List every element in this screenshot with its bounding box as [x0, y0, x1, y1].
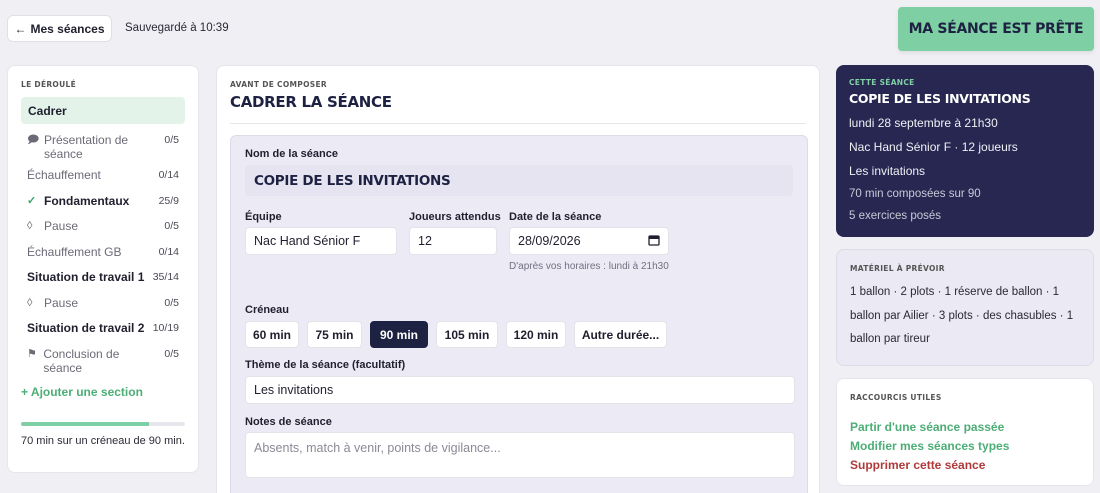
slot-chips: 60 min 75 min 90 min 105 min 120 min Autre du…	[245, 321, 667, 348]
session-form: Nom de la séance COPIE DE LES INVITATION…	[230, 135, 808, 493]
theme-label: Thème de la séance (facultatif)	[245, 359, 406, 371]
summary-composed: 70 min composées sur 90	[849, 188, 981, 200]
calendar-icon[interactable]	[648, 234, 660, 249]
date-label: Date de la séance	[509, 211, 602, 223]
summary-team: Nac Hand Sénior F · 12 joueurs	[849, 140, 1018, 154]
summary-title: COPIE DE LES INVITATIONS	[849, 91, 1031, 106]
date-input[interactable]: 28/09/2026	[509, 227, 669, 255]
slot-chip[interactable]: 120 min	[506, 321, 566, 348]
shortcut-link[interactable]: Modifier mes séances types	[850, 439, 1080, 453]
slot-chip[interactable]: 105 min	[436, 321, 498, 348]
add-section-button[interactable]: + Ajouter une section	[21, 385, 185, 399]
deroule-step[interactable]: Situation de travail 1 35/14	[21, 265, 185, 291]
drop-icon: ◊	[27, 220, 33, 232]
theme-input[interactable]: Les invitations	[245, 376, 795, 404]
back-button[interactable]: ← Mes séances	[7, 15, 112, 42]
slot-chip[interactable]: 60 min	[245, 321, 299, 348]
deroule-step-label: Présentation de séance	[44, 133, 129, 161]
ready-button[interactable]: MA SÉANCE EST PRÊTE	[898, 7, 1094, 51]
save-status: Sauvegardé à 10:39	[125, 22, 229, 34]
shortcuts-card: RACCOURCIS UTILES Partir d'une séance pa…	[836, 378, 1094, 486]
deroule-step-count: 25/9	[158, 194, 179, 207]
deroule-step-count: 0/5	[164, 220, 179, 232]
flag-icon: ⚑	[27, 347, 37, 360]
check-icon: ✓	[27, 194, 37, 207]
materiel-text: 1 ballon · 2 plots · 1 réserve de ballon…	[850, 286, 1074, 345]
slot-label: Créneau	[245, 304, 290, 316]
materiel-label: MATÉRIEL À PRÉVOIR	[850, 264, 945, 273]
session-summary-card: CETTE SÉANCE COPIE DE LES INVITATIONS lu…	[836, 65, 1094, 237]
deroule-step-count: 0/5	[164, 134, 179, 146]
slot-chip[interactable]: 75 min	[307, 321, 362, 348]
date-hint: D'après vos horaires : lundi à 21h30	[509, 261, 669, 272]
shortcuts-label: RACCOURCIS UTILES	[850, 393, 942, 402]
summary-date: lundi 28 septembre à 21h30	[849, 116, 998, 130]
deroule-step[interactable]: Situation de travail 2 10/19	[21, 316, 185, 342]
notes-label: Notes de séance	[245, 416, 332, 428]
deroule-label: LE DÉROULÉ	[21, 80, 77, 89]
cadrer-panel: AVANT DE COMPOSER CADRER LA SÉANCE Nom d…	[216, 65, 820, 493]
duration-progress-bar	[21, 421, 185, 426]
deroule-step-label: Situation de travail 1	[27, 270, 145, 284]
team-label: Équipe	[245, 211, 282, 223]
deroule-step-label: Échauffement GB	[27, 244, 122, 259]
deroule-step[interactable]: 🗩 Présentation de séance 0/5	[21, 128, 185, 163]
summary-label: CETTE SÉANCE	[849, 78, 915, 87]
back-button-label: Mes séances	[30, 21, 105, 36]
notes-textarea[interactable]: Absents, match à venir, points de vigila…	[245, 432, 795, 478]
players-label: Joueurs attendus	[409, 211, 501, 223]
session-name-input[interactable]: COPIE DE LES INVITATIONS	[245, 165, 793, 196]
deroule-step-label: Échauffement	[27, 168, 101, 182]
deroule-step-count: 0/5	[164, 296, 179, 309]
shortcut-link[interactable]: Supprimer cette séance	[850, 458, 1080, 472]
players-input[interactable]: 12	[409, 227, 497, 255]
deroule-step-label: Fondamentaux	[44, 193, 130, 208]
name-label: Nom de la séance	[245, 148, 338, 160]
deroule-step-label: Pause	[44, 295, 79, 310]
deroule-step[interactable]: Échauffement GB 0/14	[21, 240, 185, 266]
team-input[interactable]: Nac Hand Sénior F	[245, 227, 397, 255]
page-title: CADRER LA SÉANCE	[230, 93, 392, 111]
drop-icon: ◊	[27, 296, 33, 309]
deroule-step-label: Conclusion de séance	[43, 346, 120, 375]
deroule-step-count: 0/14	[158, 245, 179, 258]
shortcuts-links: Partir d'une séance passée Modifier mes s…	[850, 420, 1080, 472]
deroule-step[interactable]: Échauffement 0/14	[21, 163, 185, 189]
duration-progress-fill	[21, 421, 149, 426]
arrow-left-icon: ←	[14, 21, 27, 36]
section-eyebrow: AVANT DE COMPOSER	[230, 80, 327, 89]
deroule-step-label: Situation de travail 2	[27, 321, 145, 335]
deroule-step-count: 0/5	[164, 347, 179, 360]
deroule-item-cadrer[interactable]: Cadrer	[21, 97, 185, 124]
materiel-card: MATÉRIEL À PRÉVOIR 1 ballon · 2 plots · …	[836, 249, 1094, 366]
deroule-step[interactable]: ◊ Pause 0/5	[21, 214, 185, 240]
deroule-step[interactable]: ◊ Pause 0/5	[21, 291, 185, 317]
deroule-step-label: Pause	[44, 219, 79, 233]
summary-exercises: 5 exercices posés	[849, 210, 942, 222]
deroule-step-count: 35/14	[152, 271, 179, 283]
summary-theme: Les invitations	[849, 164, 926, 178]
deroule-step[interactable]: ✓ Fondamentaux 25/9	[21, 189, 185, 215]
deroule-steps: 🗩 Présentation de séance 0/5 Échauffement 0/…	[21, 128, 185, 377]
deroule-step-count: 0/14	[158, 169, 179, 181]
divider	[230, 123, 806, 124]
date-value: 28/09/2026	[518, 234, 581, 248]
deroule-panel: LE DÉROULÉ Cadrer 🗩 Présentation de séanc…	[7, 65, 199, 473]
speech-bubble-icon: 🗩	[27, 134, 40, 146]
duration-progress-text: 70 min sur un créneau de 90 min.	[21, 434, 185, 447]
shortcut-link[interactable]: Partir d'une séance passée	[850, 420, 1080, 434]
deroule-step[interactable]: ⚑ Conclusion de séance 0/5	[21, 342, 185, 377]
slot-chip[interactable]: Autre durée...	[574, 321, 667, 348]
slot-chip[interactable]: 90 min	[370, 321, 428, 348]
deroule-step-count: 10/19	[152, 322, 179, 334]
